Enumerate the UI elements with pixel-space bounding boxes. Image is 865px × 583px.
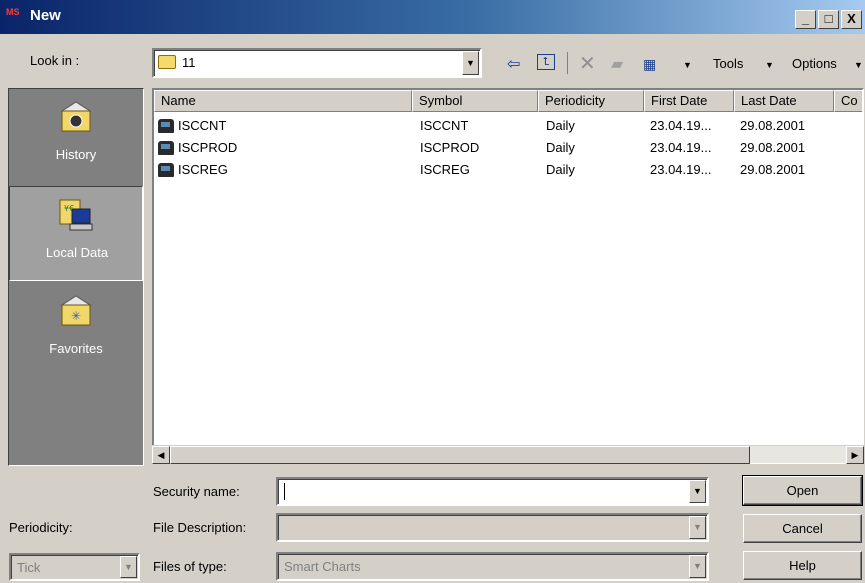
minimize-button[interactable]: _ <box>795 10 816 29</box>
look-in-label: Look in : <box>30 53 80 68</box>
history-folder-icon <box>60 101 92 132</box>
new-dialog: MS New _ □ X Look in : 11 ▼ ⇦ ⮤ ✕ ▰ ▦ ▼ … <box>0 0 865 583</box>
periodicity-value: Tick <box>17 560 41 575</box>
cancel-button[interactable]: Cancel <box>743 514 862 543</box>
row-first-date: 23.04.19... <box>650 140 712 155</box>
security-name-input[interactable]: ▼ <box>276 477 709 506</box>
local-data-computer-icon: ¥€ <box>59 199 93 231</box>
file-description-input[interactable]: ▼ <box>276 513 709 542</box>
options-dropdown-icon[interactable]: ▼ <box>854 60 863 70</box>
column-header-periodicity[interactable]: Periodicity <box>538 90 644 112</box>
svg-text:✳: ✳ <box>71 309 81 323</box>
places-label-local-data: Local Data <box>45 245 109 260</box>
open-button[interactable]: Open <box>742 475 863 506</box>
title-bar[interactable]: MS New _ □ X <box>0 0 865 34</box>
up-folder-icon[interactable]: ⮤ <box>537 54 555 70</box>
file-list[interactable]: Name Symbol Periodicity First Date Last … <box>152 88 864 464</box>
row-name: ISCPROD <box>178 140 238 155</box>
scroll-left-icon[interactable]: ◀ <box>152 446 170 464</box>
back-arrow-icon[interactable]: ⇦ <box>507 54 520 74</box>
security-name-label: Security name: <box>153 484 240 499</box>
horizontal-scrollbar[interactable]: ◀ ▶ <box>152 445 864 464</box>
row-name: ISCREG <box>178 162 228 177</box>
delete-icon[interactable]: ✕ <box>579 51 596 76</box>
folder-icon <box>158 55 176 69</box>
files-of-type-label: Files of type: <box>153 559 227 574</box>
files-of-type-select[interactable]: Smart Charts ▼ <box>276 552 709 581</box>
chevron-down-icon[interactable]: ▼ <box>689 516 706 539</box>
row-periodicity: Daily <box>546 140 575 155</box>
places-bar: History ¥€ Local Data ✳ Favorites <box>8 88 144 466</box>
security-file-icon <box>158 119 174 133</box>
row-periodicity: Daily <box>546 118 575 133</box>
row-last-date: 29.08.2001 <box>740 140 806 155</box>
places-item-history[interactable]: History <box>9 89 143 184</box>
row-name: ISCCNT <box>178 118 227 133</box>
scroll-thumb[interactable] <box>170 446 750 464</box>
chevron-down-icon[interactable]: ▼ <box>689 555 706 578</box>
places-item-favorites[interactable]: ✳ Favorites <box>9 283 143 378</box>
toolbar-separator <box>567 52 568 74</box>
row-first-date: 23.04.19... <box>650 162 712 177</box>
chevron-down-icon[interactable]: ▼ <box>462 51 479 75</box>
security-file-icon <box>158 163 174 177</box>
tools-menu[interactable]: Tools <box>713 56 743 71</box>
security-file-icon <box>158 141 174 155</box>
column-header-symbol[interactable]: Symbol <box>412 90 538 112</box>
column-header-name[interactable]: Name <box>154 90 412 112</box>
table-row[interactable]: ISCPROD ISCPROD Daily 23.04.19... 29.08.… <box>154 138 862 158</box>
look-in-value: 11 <box>182 55 196 70</box>
column-header-first-date[interactable]: First Date <box>644 90 734 112</box>
periodicity-label: Periodicity: <box>9 520 73 535</box>
row-periodicity: Daily <box>546 162 575 177</box>
column-header-last-date[interactable]: Last Date <box>734 90 834 112</box>
row-last-date: 29.08.2001 <box>740 118 806 133</box>
look-in-combo[interactable]: 11 ▼ <box>152 48 482 78</box>
chevron-down-icon[interactable]: ▼ <box>689 480 706 503</box>
row-symbol: ISCPROD <box>420 140 480 155</box>
row-first-date: 23.04.19... <box>650 118 712 133</box>
views-dropdown-icon[interactable]: ▼ <box>683 60 692 70</box>
close-button[interactable]: X <box>841 10 862 29</box>
app-icon: MS <box>6 7 20 17</box>
places-label-favorites: Favorites <box>49 341 103 356</box>
table-row[interactable]: ISCCNT ISCCNT Daily 23.04.19... 29.08.20… <box>154 116 862 136</box>
favorites-folder-icon: ✳ <box>60 295 92 326</box>
views-grid-icon[interactable]: ▦ <box>643 56 656 73</box>
window-title: New <box>30 7 61 24</box>
options-menu[interactable]: Options <box>792 56 837 71</box>
row-symbol: ISCREG <box>420 162 470 177</box>
maximize-button[interactable]: □ <box>818 10 839 29</box>
periodicity-select[interactable]: Tick ▼ <box>9 553 140 581</box>
row-symbol: ISCCNT <box>420 118 469 133</box>
file-description-label: File Description: <box>153 520 247 535</box>
text-cursor <box>284 483 285 500</box>
tools-dropdown-icon[interactable]: ▼ <box>765 60 774 70</box>
places-label-history: History <box>55 147 97 162</box>
places-item-local-data[interactable]: ¥€ Local Data <box>9 186 143 281</box>
new-folder-icon[interactable]: ▰ <box>611 54 623 74</box>
row-last-date: 29.08.2001 <box>740 162 806 177</box>
files-of-type-value: Smart Charts <box>284 559 361 574</box>
column-header-co[interactable]: Co <box>834 90 862 112</box>
table-row[interactable]: ISCREG ISCREG Daily 23.04.19... 29.08.20… <box>154 160 862 180</box>
scroll-right-icon[interactable]: ▶ <box>846 446 864 464</box>
help-button[interactable]: Help <box>743 551 862 580</box>
chevron-down-icon[interactable]: ▼ <box>120 556 137 578</box>
